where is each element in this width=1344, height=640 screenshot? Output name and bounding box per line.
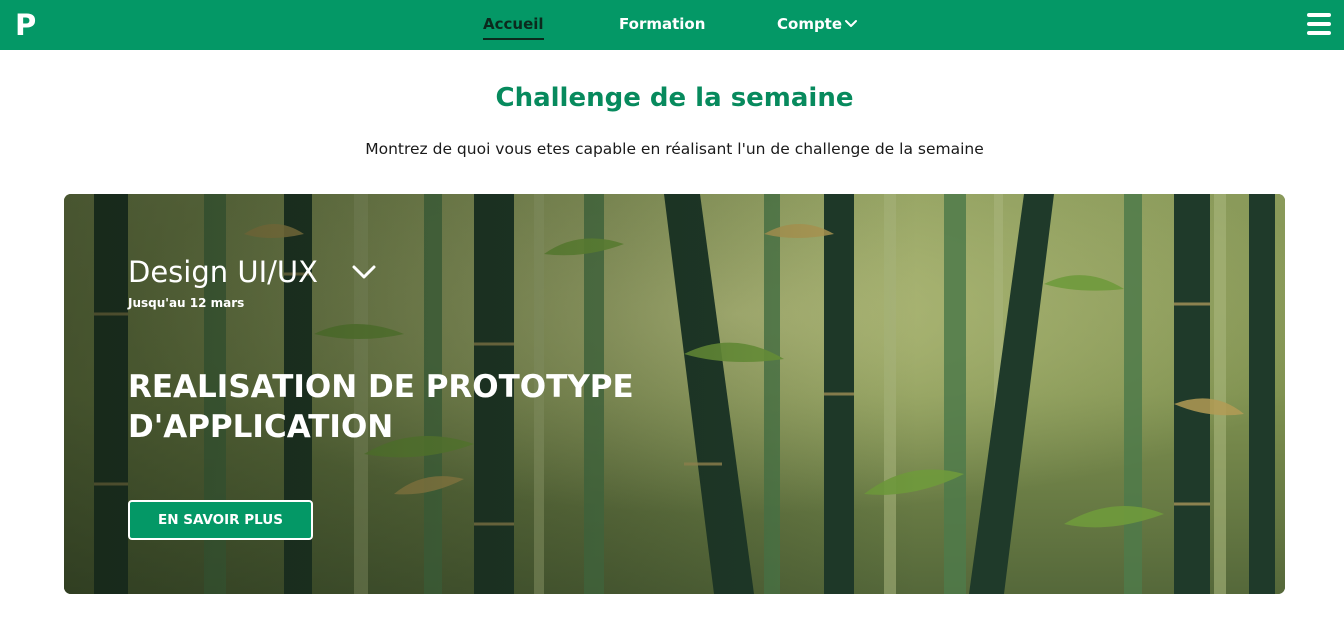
- top-navigation-bar: P Accueil Formation Compte: [0, 0, 1344, 50]
- hamburger-menu-icon[interactable]: [1307, 13, 1331, 35]
- chevron-down-icon[interactable]: [351, 263, 377, 281]
- nav-item-formation[interactable]: Formation: [619, 14, 705, 36]
- challenge-title: REALISATION DE PROTOTYPE D'APPLICATION: [128, 369, 634, 445]
- nav-item-compte[interactable]: Compte: [777, 14, 842, 36]
- section-subtitle: Montrez de quoi vous etes capable en réa…: [365, 140, 984, 158]
- nav-item-accueil[interactable]: Accueil: [483, 14, 544, 40]
- challenge-card: Design UI/UX Jusqu'au 12 mars REALISATIO…: [64, 194, 1285, 594]
- challenge-category: Design UI/UX: [128, 255, 318, 289]
- challenge-deadline: Jusqu'au 12 mars: [128, 296, 245, 310]
- learn-more-button[interactable]: EN SAVOIR PLUS: [128, 500, 313, 540]
- brand-logo[interactable]: P: [15, 10, 39, 40]
- section-title: Challenge de la semaine: [495, 83, 854, 113]
- chevron-down-icon[interactable]: [844, 16, 858, 30]
